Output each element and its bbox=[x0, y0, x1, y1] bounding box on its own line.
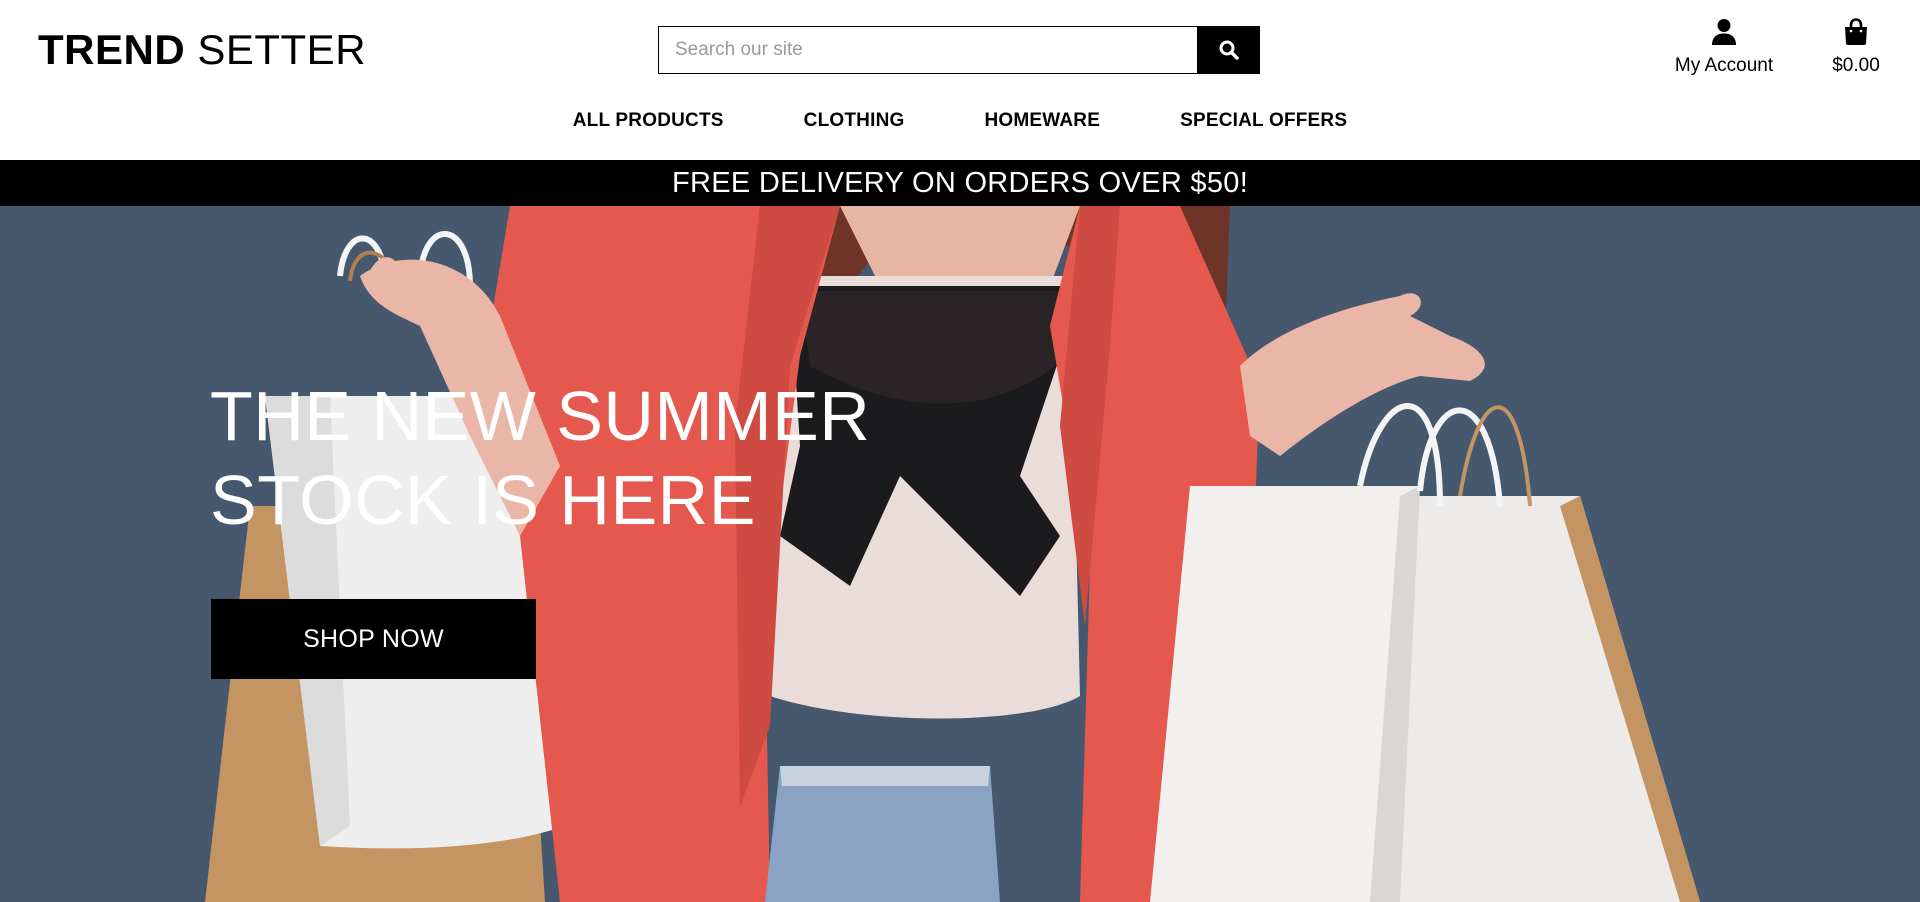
logo-text-bold: TREND bbox=[38, 26, 186, 73]
nav-clothing[interactable]: CLOTHING bbox=[804, 110, 905, 132]
nav-homeware[interactable]: HOMEWARE bbox=[984, 110, 1100, 132]
shopping-bag-link[interactable]: $0.00 bbox=[1816, 18, 1896, 77]
main-nav: ALL PRODUCTS CLOTHING HOMEWARE SPECIAL O… bbox=[0, 110, 1920, 132]
shop-now-button[interactable]: SHOP NOW bbox=[211, 599, 536, 679]
site-logo[interactable]: TREND SETTER bbox=[38, 24, 366, 76]
nav-special-offers[interactable]: SPECIAL OFFERS bbox=[1180, 110, 1347, 132]
hero-section: THE NEW SUMMER STOCK IS HERE SHOP NOW bbox=[0, 206, 1920, 902]
hero-image bbox=[0, 206, 1920, 902]
search-input[interactable] bbox=[658, 26, 1198, 74]
delivery-banner: FREE DELIVERY ON ORDERS OVER $50! bbox=[0, 160, 1920, 206]
nav-all-products[interactable]: ALL PRODUCTS bbox=[573, 110, 724, 132]
bag-total: $0.00 bbox=[1832, 55, 1880, 76]
my-account-label: My Account bbox=[1674, 55, 1774, 76]
search-form bbox=[658, 26, 1260, 74]
user-icon bbox=[1712, 19, 1736, 45]
search-button[interactable] bbox=[1198, 26, 1260, 74]
hero-title-line2: STOCK IS HERE bbox=[210, 461, 756, 539]
search-icon bbox=[1219, 40, 1239, 60]
logo-text-light: SETTER bbox=[197, 26, 367, 73]
hero-title: THE NEW SUMMER STOCK IS HERE bbox=[210, 374, 870, 542]
hero-title-line1: THE NEW SUMMER bbox=[210, 377, 871, 455]
shopping-bag-icon bbox=[1845, 18, 1867, 45]
my-account-link[interactable]: My Account bbox=[1664, 18, 1784, 77]
site-header: TREND SETTER My Account $0.00 ALL PRODUC… bbox=[0, 0, 1920, 160]
